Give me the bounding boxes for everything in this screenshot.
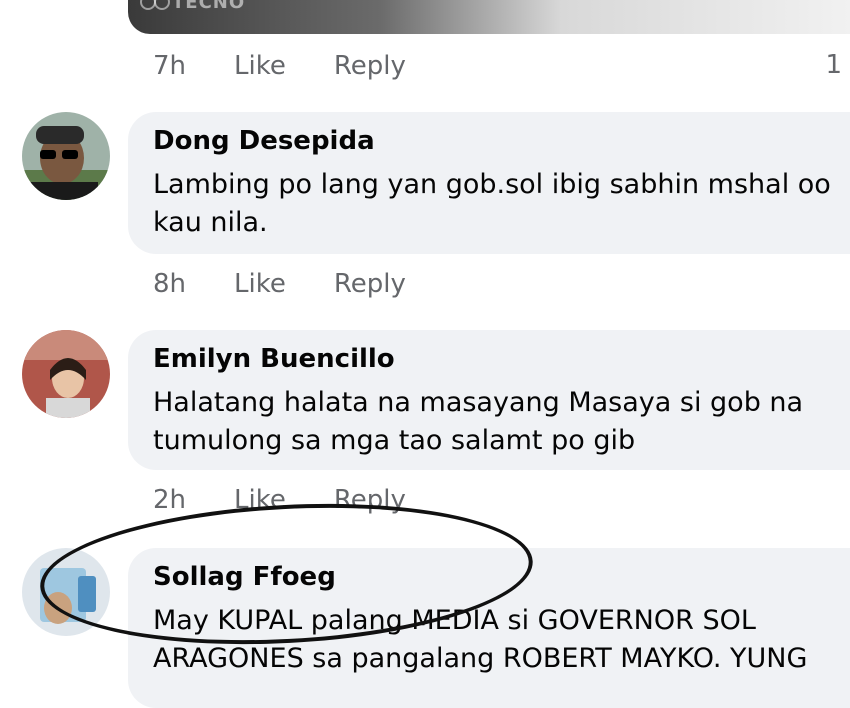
comment-actions: 8h Like Reply xyxy=(153,266,406,302)
comment-author[interactable]: Dong Desepida xyxy=(153,126,375,156)
like-button[interactable]: Like xyxy=(234,269,286,299)
comment-bubble: Dong Desepida Lambing po lang yan gob.so… xyxy=(128,112,850,254)
like-button[interactable]: Like xyxy=(234,51,286,81)
tecno-logo-icon xyxy=(140,0,170,10)
avatar-photo xyxy=(22,112,110,200)
comment-time: 8h xyxy=(153,269,187,299)
comment-bubble: Emilyn Buencillo Halatang halata na masa… xyxy=(128,330,850,470)
avatar-emilyn-buencillo[interactable] xyxy=(22,330,110,418)
comment-text: Halatang halata na masayang Masaya si go… xyxy=(153,387,804,456)
photo-watermark: TECNO xyxy=(172,0,246,13)
comment-time: 7h xyxy=(153,51,187,81)
comment-actions: 7h Like Reply xyxy=(153,48,406,84)
reply-button[interactable]: Reply xyxy=(334,51,406,81)
avatar-dong-desepida[interactable] xyxy=(22,112,110,200)
comment-photo-attachment[interactable]: TECNO xyxy=(128,0,850,34)
comment-text: Lambing po lang yan gob.sol ibig sabhin … xyxy=(153,169,831,238)
reaction-count[interactable]: 1 xyxy=(825,50,842,80)
avatar-photo xyxy=(22,330,110,418)
comment-author[interactable]: Emilyn Buencillo xyxy=(153,344,395,374)
comment-time: 2h xyxy=(153,485,187,515)
reply-button[interactable]: Reply xyxy=(334,269,406,299)
